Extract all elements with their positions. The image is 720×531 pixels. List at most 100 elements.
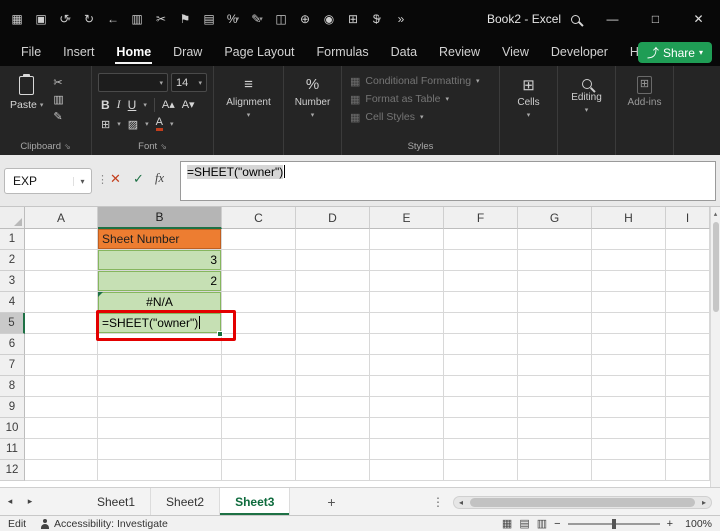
cell-G8[interactable] [518,376,592,397]
cell-I8[interactable] [666,376,710,397]
cell-E1[interactable] [370,229,444,250]
cell-C1[interactable] [222,229,296,250]
scroll-right-icon[interactable]: ▸ [697,498,711,507]
cell-G2[interactable] [518,250,592,271]
paste-button[interactable]: Paste ▾ [10,74,43,123]
zoom-in-button[interactable]: + [667,518,673,530]
cell-A4[interactable] [25,292,98,313]
cell-B4[interactable]: #N/A [98,292,222,313]
cell-H11[interactable] [592,439,666,460]
column-header-D[interactable]: D [296,207,370,229]
cell-F11[interactable] [444,439,518,460]
cell-C3[interactable] [222,271,296,292]
cell-C8[interactable] [222,376,296,397]
row-header-10[interactable]: 10 [0,418,25,439]
format-as-table-button[interactable]: ▦ Format as Table ▾ [350,90,495,108]
zoom-out-button[interactable]: − [554,518,560,530]
column-header-A[interactable]: A [25,207,98,229]
cell-D5[interactable] [296,313,370,334]
table-icon[interactable]: ⊞ [342,7,364,31]
insert-icon[interactable]: ⊕ [294,7,316,31]
cell-E6[interactable] [370,334,444,355]
maximize-button[interactable]: □ [634,0,677,38]
underline-button[interactable]: U [128,98,137,112]
sheet-tab-sheet2[interactable]: Sheet2 [151,487,221,516]
cell-A6[interactable] [25,334,98,355]
cell-B11[interactable] [98,439,222,460]
cell-B9[interactable] [98,397,222,418]
cell-B10[interactable] [98,418,222,439]
cell-F5[interactable] [444,313,518,334]
number-group[interactable]: % Number ▾ [284,66,342,155]
row-header-6[interactable]: 6 [0,334,25,355]
page-break-view-icon[interactable]: ▥ [537,517,547,530]
horizontal-scroll-thumb[interactable] [470,498,695,507]
scroll-left-icon[interactable]: ◂ [454,498,468,507]
cell-A12[interactable] [25,460,98,481]
cell-H7[interactable] [592,355,666,376]
vertical-scrollbar[interactable]: ▴ [710,207,720,487]
cell-I11[interactable] [666,439,710,460]
back-icon[interactable]: ← [102,7,124,31]
font-size-combo[interactable]: 14 ▾ [171,73,207,92]
cell-D7[interactable] [296,355,370,376]
cell-D1[interactable] [296,229,370,250]
cell-B2[interactable]: 3 [98,250,222,271]
cell-E3[interactable] [370,271,444,292]
row-header-12[interactable]: 12 [0,460,25,481]
page-layout-view-icon[interactable]: ▤ [519,517,529,530]
cell-H10[interactable] [592,418,666,439]
cell-I9[interactable] [666,397,710,418]
currency-icon[interactable]: $ ▾ [366,7,388,31]
cell-F1[interactable] [444,229,518,250]
confirm-entry-button[interactable]: ✓ [133,171,144,187]
cell-D2[interactable] [296,250,370,271]
cell-C9[interactable] [222,397,296,418]
cell-F12[interactable] [444,460,518,481]
cell-G12[interactable] [518,460,592,481]
cell-A8[interactable] [25,376,98,397]
cell-H1[interactable] [592,229,666,250]
cell-H6[interactable] [592,334,666,355]
fill-color-icon[interactable]: ▨ [128,118,138,131]
cell-E11[interactable] [370,439,444,460]
cell-I7[interactable] [666,355,710,376]
format-painter-icon[interactable]: ✎ [53,110,63,123]
overflow-icon[interactable]: » [390,7,412,31]
row-header-4[interactable]: 4 [0,292,25,313]
cell-G5[interactable] [518,313,592,334]
cell-C4[interactable] [222,292,296,313]
cell-G10[interactable] [518,418,592,439]
cell-H9[interactable] [592,397,666,418]
row-header-5[interactable]: 5 [0,313,25,334]
row-header-9[interactable]: 9 [0,397,25,418]
menu-review[interactable]: Review [428,38,491,66]
cancel-entry-button[interactable]: ✕ [110,171,121,187]
cell-G3[interactable] [518,271,592,292]
cell-I1[interactable] [666,229,710,250]
cell-C6[interactable] [222,334,296,355]
camera-icon[interactable]: ◉ [318,7,340,31]
normal-view-icon[interactable]: ▦ [502,517,512,530]
sheet-tab-sheet1[interactable]: Sheet1 [82,487,152,516]
menu-view[interactable]: View [491,38,540,66]
cell-I2[interactable] [666,250,710,271]
zoom-level[interactable]: 100% [680,518,712,530]
tab-overflow-icon[interactable]: ⋮ [432,495,444,509]
shrink-font-button[interactable]: A▾ [182,98,195,111]
row-header-7[interactable]: 7 [0,355,25,376]
cell-H4[interactable] [592,292,666,313]
cell-E12[interactable] [370,460,444,481]
cell-C10[interactable] [222,418,296,439]
cell-F3[interactable] [444,271,518,292]
cell-E2[interactable] [370,250,444,271]
redo-icon[interactable]: ↻ [78,7,100,31]
row-header-2[interactable]: 2 [0,250,25,271]
cell-G4[interactable] [518,292,592,313]
save-icon[interactable]: ▣ [30,7,52,31]
cell-A10[interactable] [25,418,98,439]
borders-icon[interactable]: ⊞ [101,118,110,131]
cell-styles-button[interactable]: ▦ Cell Styles ▾ [350,108,495,126]
copy-icon[interactable]: ▥ [53,93,63,106]
flag-icon[interactable]: ⚑ [174,7,196,31]
